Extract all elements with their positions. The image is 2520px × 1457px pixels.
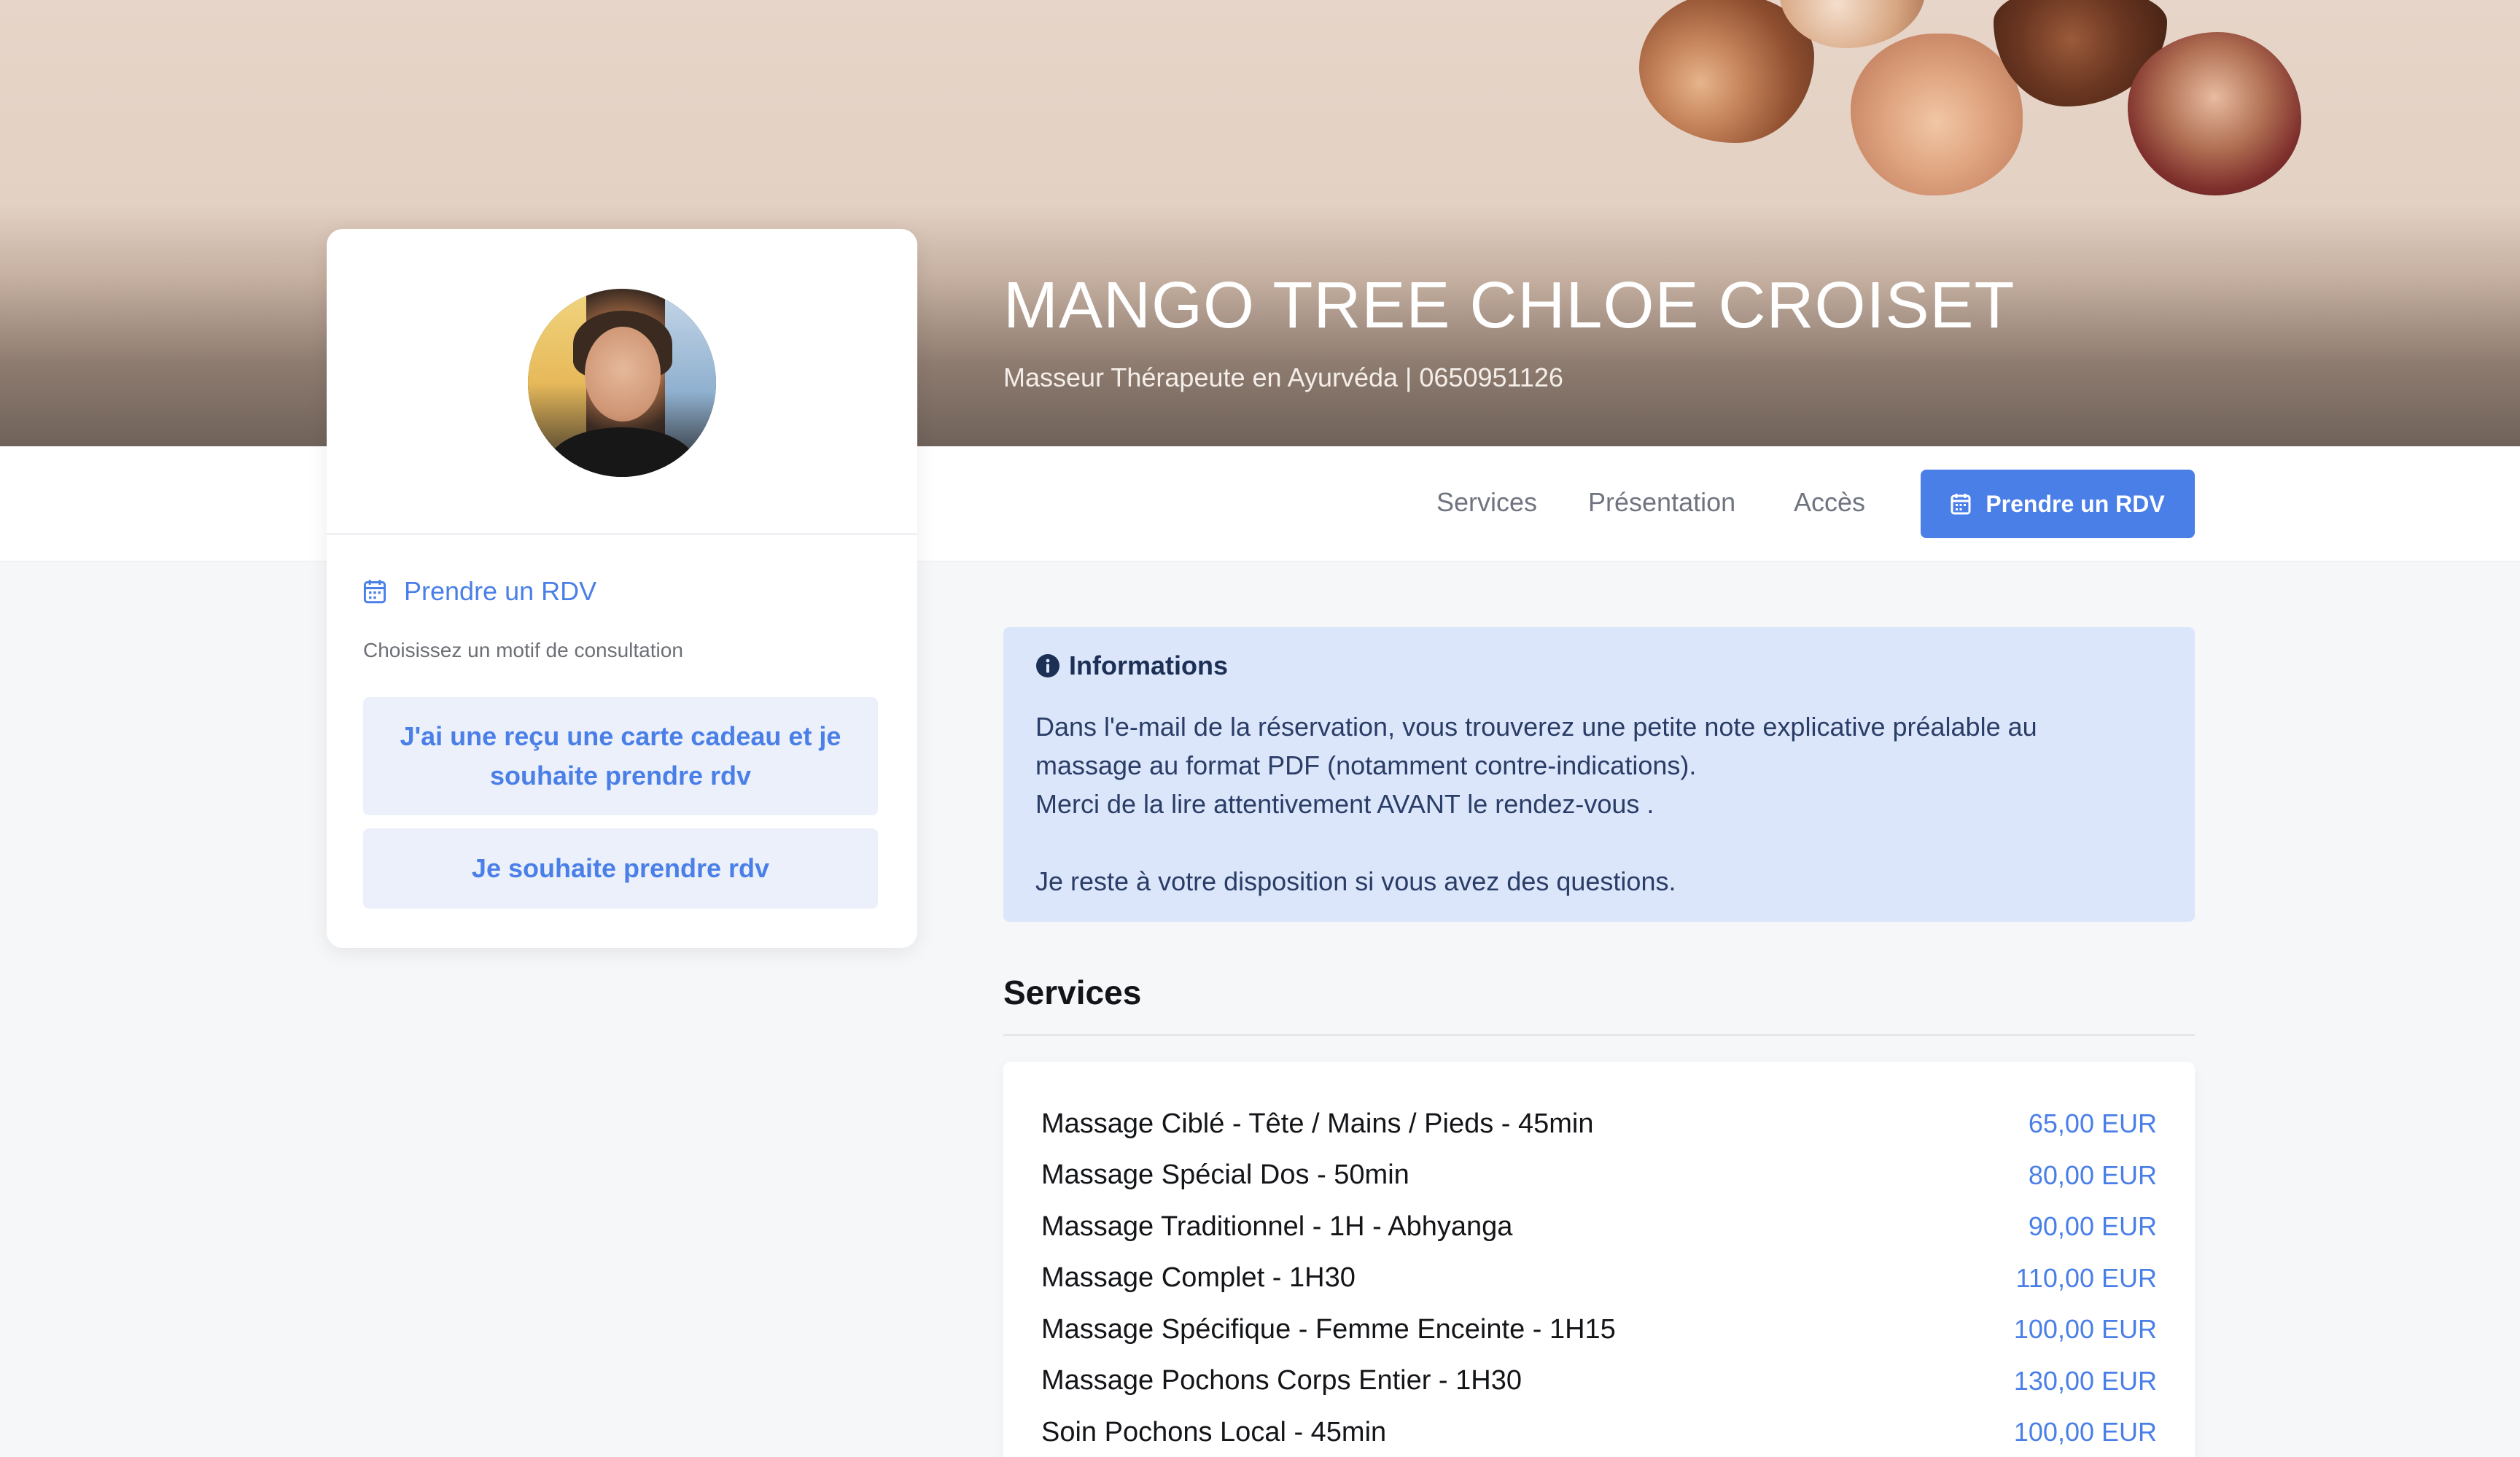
- sidebar-rdv-link[interactable]: Prendre un RDV: [363, 576, 596, 607]
- service-price: 110,00 EUR: [2015, 1262, 2157, 1293]
- massage-photo-5: [2128, 32, 2301, 195]
- practitioner-card: Prendre un RDV Choisissez un motif de co…: [327, 229, 917, 948]
- info-circle-icon: [1036, 654, 1059, 677]
- service-name: Massage Traditionnel - 1H - Abhyanga: [1041, 1211, 1513, 1242]
- info-text-line: Dans l'e-mail de la réservation, vous tr…: [1035, 712, 2037, 742]
- service-row[interactable]: Massage Spécial Dos - 50min 80,00 EUR: [1041, 1150, 2157, 1202]
- service-row[interactable]: Massage Pochons Corps Entier - 1H30 130,…: [1041, 1356, 2157, 1407]
- calendar-icon: [363, 580, 386, 604]
- avatar: [528, 289, 716, 477]
- service-name: Massage Spécial Dos - 50min: [1041, 1159, 1409, 1191]
- massage-photo-1: [1639, 0, 1814, 143]
- services-list: Massage Ciblé - Tête / Mains / Pieds - 4…: [1003, 1062, 2195, 1457]
- service-row[interactable]: Massage Ciblé - Tête / Mains / Pieds - 4…: [1041, 1098, 2157, 1150]
- service-row[interactable]: Massage Complet - 1H30 110,00 EUR: [1041, 1253, 2157, 1305]
- hero-text: MANGO TREE CHLOE CROISET Masseur Thérape…: [1003, 268, 2015, 393]
- sidebar-rdv-link-label: Prendre un RDV: [404, 576, 597, 606]
- info-heading: Informations: [1035, 650, 2163, 681]
- page-subtitle: Masseur Thérapeute en Ayurvéda | 0650951…: [1003, 362, 1563, 392]
- service-name: Massage Complet - 1H30: [1041, 1262, 1356, 1294]
- service-name: Massage Ciblé - Tête / Mains / Pieds - 4…: [1041, 1108, 1594, 1139]
- service-name: Massage Spécifique - Femme Enceinte - 1H…: [1041, 1313, 1616, 1345]
- prendre-rdv-button[interactable]: Prendre un RDV: [1921, 470, 2195, 538]
- prendre-rdv-button-label: Prendre un RDV: [1986, 490, 2165, 517]
- calendar-icon: [1951, 494, 1971, 515]
- service-row[interactable]: Massage Traditionnel - 1H - Abhyanga 90,…: [1041, 1201, 2157, 1253]
- divider: [1003, 1034, 2195, 1036]
- service-name: Massage Pochons Corps Entier - 1H30: [1041, 1365, 1522, 1396]
- info-alert: Informations Dans l'e-mail de la réserva…: [1003, 627, 2195, 922]
- info-text-line: massage au format PDF (notamment contre-…: [1035, 750, 1697, 780]
- motif-button-rdv[interactable]: Je souhaite prendre rdv: [363, 828, 878, 909]
- info-heading-label: Informations: [1069, 650, 1229, 680]
- service-price: 65,00 EUR: [2028, 1108, 2157, 1139]
- massage-photo-3: [1851, 34, 2023, 195]
- service-row[interactable]: Soin Pochons Local - 45min 100,00 EUR: [1041, 1407, 2157, 1457]
- service-name: Soin Pochons Local - 45min: [1041, 1416, 1387, 1448]
- service-price: 80,00 EUR: [2028, 1159, 2157, 1190]
- service-price: 130,00 EUR: [2013, 1365, 2157, 1396]
- nav-link-acces[interactable]: Accès: [1794, 487, 1865, 518]
- services-heading: Services: [1003, 974, 1142, 1011]
- page-title: MANGO TREE CHLOE CROISET: [1003, 269, 2015, 342]
- practitioner-card-header: [327, 229, 917, 535]
- motif-button-carte-cadeau[interactable]: J'ai une reçu une carte cadeau et je sou…: [363, 697, 878, 815]
- nav-link-presentation[interactable]: Présentation: [1588, 487, 1735, 518]
- service-price: 90,00 EUR: [2028, 1211, 2157, 1242]
- nav-link-services[interactable]: Services: [1436, 487, 1537, 518]
- service-row[interactable]: Massage Spécifique - Femme Enceinte - 1H…: [1041, 1304, 2157, 1356]
- page: MANGO TREE CHLOE CROISET Masseur Thérape…: [0, 0, 2520, 1457]
- info-text-line: Merci de la lire attentivement AVANT le …: [1035, 789, 1654, 819]
- service-price: 100,00 EUR: [2013, 1314, 2157, 1345]
- info-text-line: Je reste à votre disposition si vous ave…: [1035, 866, 1676, 896]
- info-body: Dans l'e-mail de la réservation, vous tr…: [1035, 707, 2163, 901]
- info-text-line: [1035, 823, 2163, 862]
- service-price: 100,00 EUR: [2013, 1417, 2157, 1448]
- consultation-hint: Choisissez un motif de consultation: [363, 639, 683, 661]
